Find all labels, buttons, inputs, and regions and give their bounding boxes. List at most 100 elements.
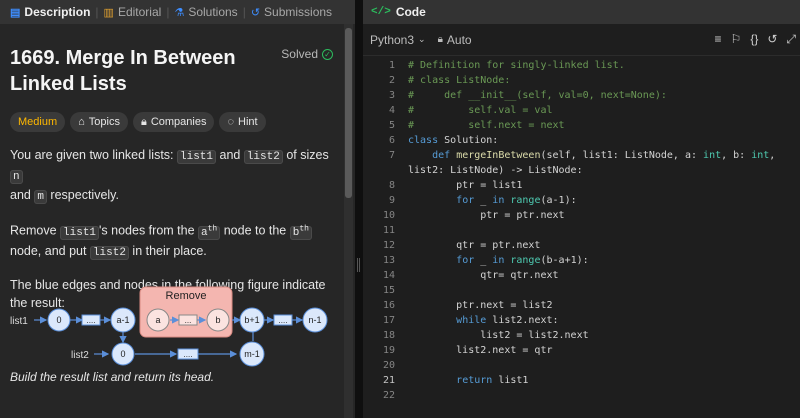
- superscript: th: [207, 224, 218, 233]
- code-editor[interactable]: 1 # Definition for singly-linked list. 2 # …: [363, 56, 800, 403]
- code-line[interactable]: 21 return list1: [363, 373, 800, 388]
- expand-icon[interactable]: ⤢: [786, 32, 796, 47]
- line-number: 4: [388, 105, 395, 116]
- code-line[interactable]: 12 qtr = ptr.next: [363, 238, 800, 253]
- description-scrollbar[interactable]: [344, 24, 353, 418]
- code-line[interactable]: 22: [363, 388, 800, 403]
- code-line[interactable]: 6 class Solution:: [363, 133, 800, 148]
- tab-editorial[interactable]: ▥ Editorial: [100, 0, 166, 24]
- node-label: m-1: [244, 349, 260, 359]
- code-line[interactable]: 7 def mergeInBetween(self, list1: ListNo…: [363, 148, 800, 163]
- code-line[interactable]: 10 ptr = ptr.next: [363, 208, 800, 223]
- hint-button[interactable]: ◌ Hint: [219, 112, 266, 132]
- tab-solutions[interactable]: ⚗ Solutions: [170, 0, 241, 24]
- code-line[interactable]: 5 # self.next = next: [363, 118, 800, 133]
- auto-toggle[interactable]: 🔒︎ Auto: [438, 33, 472, 47]
- inline-code: list2: [243, 150, 283, 164]
- code-line[interactable]: 11: [363, 223, 800, 238]
- code-line[interactable]: 15: [363, 283, 800, 298]
- braces-icon[interactable]: {}: [750, 32, 758, 47]
- problem-tags: Medium ⌂ Topics 🔒︎ Companies ◌ Hint: [10, 112, 345, 132]
- line-number: 22: [382, 390, 395, 401]
- code-line[interactable]: 4 # self.val = val: [363, 103, 800, 118]
- code-text: list2 = list2.next: [408, 330, 589, 341]
- code-line[interactable]: 9 for _ in range(a-1):: [363, 193, 800, 208]
- code-line[interactable]: 8 ptr = list1: [363, 178, 800, 193]
- code-line[interactable]: 19 list2.next = qtr: [363, 343, 800, 358]
- panel-splitter[interactable]: [355, 0, 363, 418]
- editor-actions: ≡ ⚐ {} ↺ ⤢: [715, 32, 796, 47]
- code-text: list2.next = qtr: [408, 345, 553, 356]
- tab-description[interactable]: ▤ Description: [6, 0, 94, 24]
- hint-label: Hint: [238, 116, 258, 128]
- line-number: 6: [388, 135, 395, 146]
- code-line[interactable]: 1 # Definition for singly-linked list.: [363, 58, 800, 73]
- book-icon: ▥: [103, 6, 114, 19]
- superscript: th: [299, 224, 309, 233]
- list2-label: list2: [71, 350, 89, 361]
- node-label: b+1: [244, 315, 259, 325]
- difficulty-label: Medium: [18, 116, 58, 128]
- linked-list-figure: Remove list1 list2 0 .... a-1 a ... b b+…: [10, 286, 328, 367]
- code-text: return list1: [456, 375, 529, 386]
- code-line[interactable]: 3 # def __init__(self, val=0, next=None):: [363, 88, 800, 103]
- text: in their place.: [128, 243, 207, 258]
- code-line[interactable]: 13 for _ in range(b-a+1):: [363, 253, 800, 268]
- drag-handle-icon[interactable]: [357, 258, 360, 272]
- format-icon[interactable]: ≡: [715, 32, 722, 47]
- code-panel-title: Code: [395, 5, 426, 19]
- code-line[interactable]: 14 qtr= qtr.next: [363, 268, 800, 283]
- inline-code: bth: [289, 224, 312, 240]
- line-number: 18: [382, 330, 395, 341]
- line-number: 8: [388, 180, 395, 191]
- language-select[interactable]: Python3 ⌄: [370, 33, 426, 47]
- code-panel-header: </> Code: [363, 0, 800, 24]
- code-line[interactable]: 2 # class ListNode:: [363, 73, 800, 88]
- code-line[interactable]: 17 while list2.next:: [363, 313, 800, 328]
- scrollbar-thumb[interactable]: [345, 28, 352, 198]
- text: node, and put: [10, 243, 90, 258]
- code-text: ptr.next = list2: [408, 300, 553, 311]
- code-panel: </> Code Python3 ⌄ 🔒︎ Auto ≡ ⚐ {} ↺ ⤢ 1 #…: [363, 0, 800, 418]
- code-line[interactable]: 20: [363, 358, 800, 373]
- topics-button[interactable]: ⌂ Topics: [70, 112, 128, 132]
- text: respectively.: [46, 188, 119, 202]
- lightbulb-icon: ◌: [227, 116, 235, 128]
- language-label: Python3: [370, 32, 415, 47]
- editor-toolbar: Python3 ⌄ 🔒︎ Auto ≡ ⚐ {} ↺ ⤢: [363, 24, 800, 56]
- line-number: 5: [388, 120, 395, 131]
- tab-submissions[interactable]: ↺ Submissions: [247, 0, 336, 24]
- line-number: 14: [382, 270, 395, 281]
- bookmark-icon[interactable]: ⚐: [731, 32, 742, 47]
- code-text: # self.val = val: [408, 105, 553, 116]
- text: a: [201, 226, 208, 239]
- lock-icon: 🔒︎: [140, 115, 147, 128]
- code-line[interactable]: 16 ptr.next = list2: [363, 298, 800, 313]
- node-label: ....: [184, 350, 193, 359]
- code-line[interactable]: list2: ListNode) -> ListNode:: [363, 163, 800, 178]
- code-text: while list2.next:: [456, 315, 559, 326]
- companies-button[interactable]: 🔒︎ Companies: [132, 112, 215, 132]
- node-label: ....: [279, 316, 288, 325]
- code-icon: </>: [371, 6, 391, 18]
- tab-label: Editorial: [117, 5, 162, 19]
- topics-label: Topics: [88, 116, 120, 128]
- tab-label: Solutions: [188, 5, 238, 19]
- node-label: n-1: [308, 315, 321, 325]
- node-label: ...: [185, 316, 192, 325]
- reset-icon[interactable]: ↺: [767, 32, 777, 47]
- text: 's nodes from the: [99, 223, 199, 238]
- code-text: qtr = ptr.next: [408, 240, 541, 251]
- node-label: a: [155, 315, 160, 325]
- code-text: # Definition for singly-linked list.: [408, 60, 625, 71]
- history-icon: ↺: [250, 6, 261, 19]
- code-line[interactable]: 18 list2 = list2.next: [363, 328, 800, 343]
- remove-label: Remove: [166, 290, 207, 302]
- line-number: 16: [382, 300, 395, 311]
- code-text: def mergeInBetween(self, list1: ListNode…: [432, 150, 776, 161]
- problem-title[interactable]: 1669. Merge In Between Linked Lists: [10, 45, 250, 97]
- inline-code: ath: [198, 224, 221, 240]
- text: of sizes: [282, 148, 329, 162]
